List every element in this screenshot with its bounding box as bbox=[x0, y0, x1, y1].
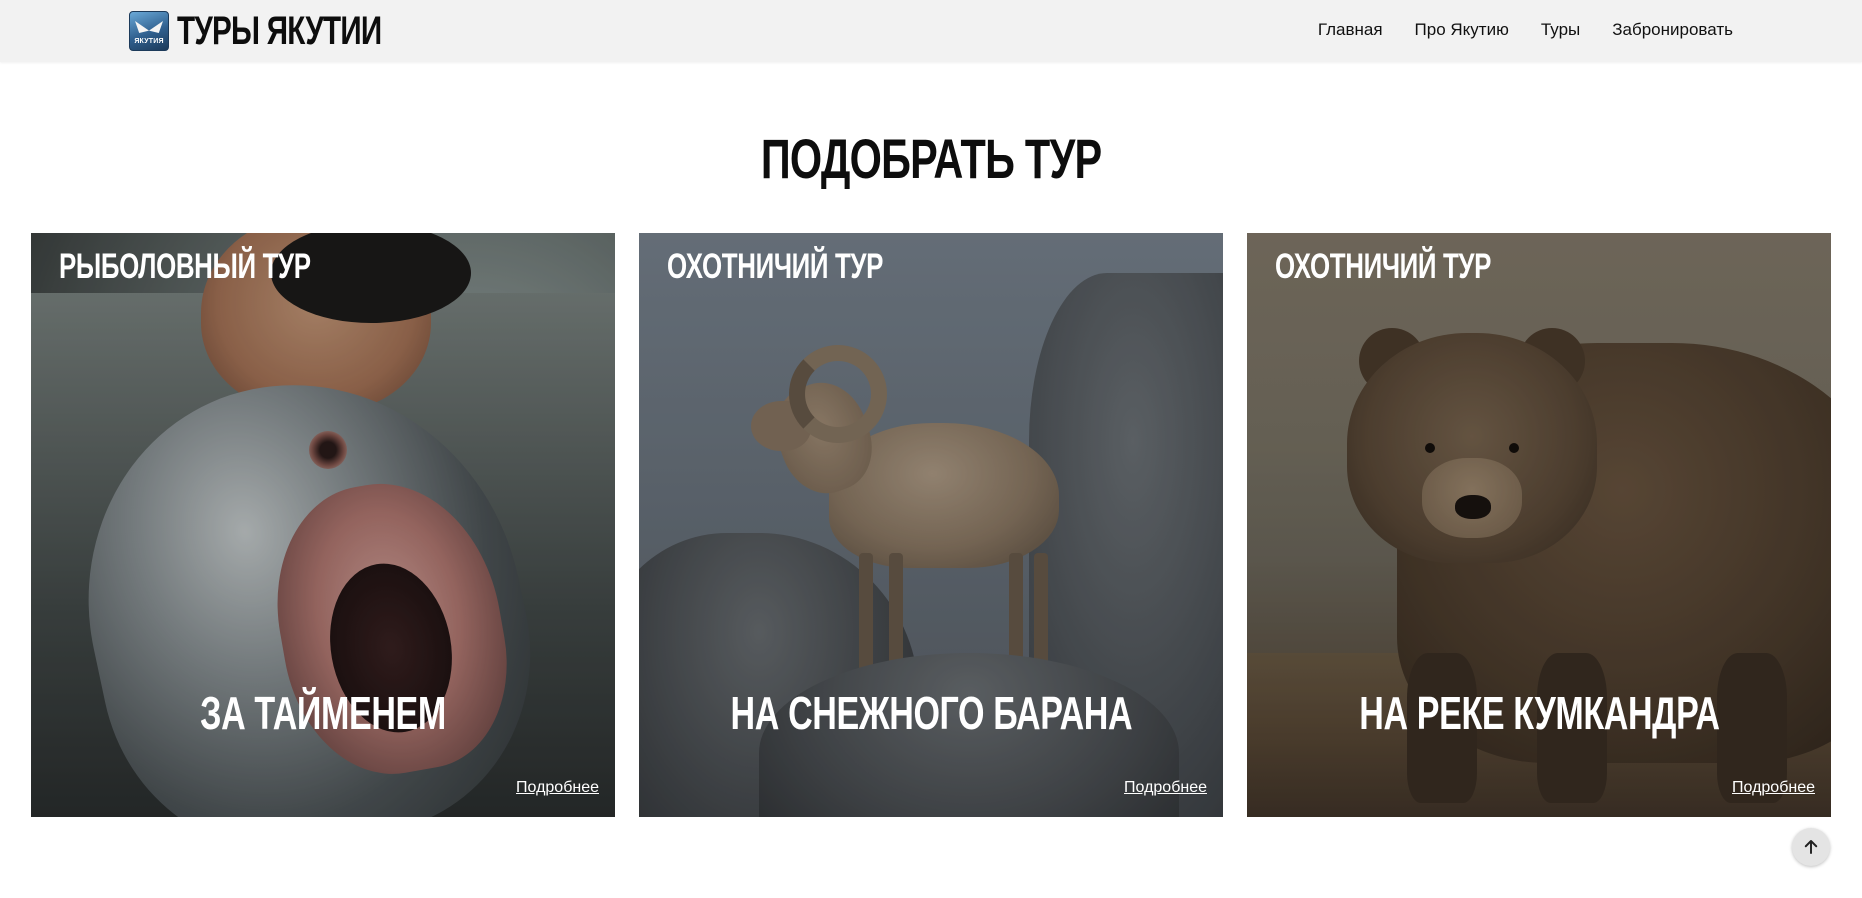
main-nav: Главная Про Якутию Туры Забронировать bbox=[1286, 20, 1733, 40]
tour-card-kumkandra[interactable]: ОХОТНИЧИЙ ТУР НА РЕКЕ КУМКАНДРА Подробне… bbox=[1247, 233, 1831, 817]
nav-link-tours[interactable]: Туры bbox=[1541, 20, 1580, 40]
section-title: ПОДОБРАТЬ ТУР bbox=[760, 127, 1102, 190]
tour-card-category: ОХОТНИЧИЙ ТУР bbox=[667, 247, 884, 286]
logo-emblem-icon: ЯКУТИЯ bbox=[129, 11, 169, 51]
tour-card-snow-ram[interactable]: ОХОТНИЧИЙ ТУР НА СНЕЖНОГО БАРАНА Подробн… bbox=[639, 233, 1223, 817]
tour-card-more-link[interactable]: Подробнее bbox=[1732, 779, 1815, 797]
arrow-up-icon bbox=[1804, 840, 1818, 854]
tour-card-fishing[interactable]: РЫБОЛОВНЫЙ ТУР ЗА ТАЙМЕНЕМ Подробнее bbox=[31, 233, 615, 817]
site-logo[interactable]: ЯКУТИЯ ТУРЫ ЯКУТИИ bbox=[129, 11, 453, 51]
tour-card-category: ОХОТНИЧИЙ ТУР bbox=[1275, 247, 1492, 286]
logo-emblem-caption: ЯКУТИЯ bbox=[134, 38, 164, 45]
tour-card-title: НА СНЕЖНОГО БАРАНА bbox=[730, 687, 1132, 739]
tour-card-more-link[interactable]: Подробнее bbox=[1124, 779, 1207, 797]
nav-link-about-yakutia[interactable]: Про Якутию bbox=[1415, 20, 1509, 40]
tour-card-title: НА РЕКЕ КУМКАНДРА bbox=[1358, 687, 1720, 739]
logo-text: ТУРЫ ЯКУТИИ bbox=[177, 9, 382, 53]
nav-link-home[interactable]: Главная bbox=[1318, 20, 1383, 40]
scroll-to-top-button[interactable] bbox=[1792, 828, 1830, 866]
tour-card-more-link[interactable]: Подробнее bbox=[516, 779, 599, 797]
tour-card-title: ЗА ТАЙМЕНЕМ bbox=[200, 687, 446, 739]
nav-link-book[interactable]: Забронировать bbox=[1612, 20, 1733, 40]
tour-card-category: РЫБОЛОВНЫЙ ТУР bbox=[59, 247, 311, 286]
site-header: ЯКУТИЯ ТУРЫ ЯКУТИИ Главная Про Якутию Ту… bbox=[0, 0, 1862, 62]
